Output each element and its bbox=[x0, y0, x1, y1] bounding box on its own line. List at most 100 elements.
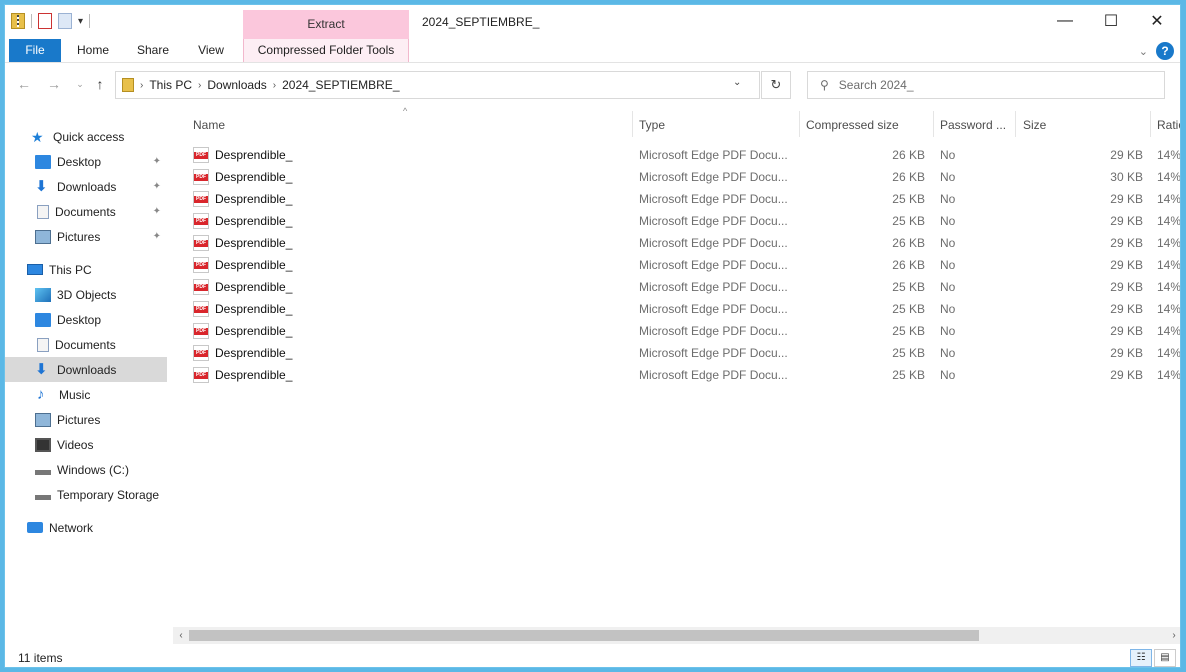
table-row[interactable]: Desprendible_ Microsoft Edge PDF Docu... 2… bbox=[173, 254, 1180, 276]
scroll-right-button[interactable]: › bbox=[1166, 627, 1180, 644]
file-name-cell[interactable]: Desprendible_ bbox=[193, 144, 613, 166]
compressed-size: 26 KB bbox=[892, 170, 925, 184]
pin-icon[interactable]: ✦ bbox=[153, 156, 161, 167]
column-header-size[interactable]: Size bbox=[1023, 110, 1143, 140]
minimize-button[interactable]: — bbox=[1042, 5, 1088, 37]
pdf-file-icon bbox=[193, 147, 209, 163]
address-history-dropdown[interactable]: ⌄ bbox=[733, 77, 741, 88]
sidebar-item-videos[interactable]: Videos bbox=[5, 432, 167, 457]
address-bar[interactable]: › This PC › Downloads › 2024_SEPTIEMBRE_ bbox=[115, 71, 760, 99]
compressed-size: 25 KB bbox=[892, 302, 925, 316]
breadcrumb-this-pc[interactable]: This PC bbox=[149, 78, 192, 92]
help-icon[interactable]: ? bbox=[1156, 42, 1174, 60]
sidebar-item-music[interactable]: ♪ Music bbox=[5, 382, 167, 407]
table-row[interactable]: Desprendible_ Microsoft Edge PDF Docu... 2… bbox=[173, 342, 1180, 364]
customize-toolbar-dropdown[interactable]: ▾ bbox=[78, 16, 83, 27]
column-header-type[interactable]: Type bbox=[639, 110, 799, 140]
file-name-cell[interactable]: Desprendible_ bbox=[193, 166, 613, 188]
column-header-password[interactable]: Password ... bbox=[940, 110, 1015, 140]
sidebar-item-this-pc[interactable]: This PC bbox=[5, 257, 167, 282]
pin-icon[interactable]: ✦ bbox=[153, 231, 161, 242]
breadcrumb-current-folder[interactable]: 2024_SEPTIEMBRE_ bbox=[282, 78, 399, 92]
column-divider[interactable] bbox=[799, 111, 800, 137]
file-name-cell[interactable]: Desprendible_ bbox=[193, 232, 613, 254]
file-name-cell[interactable]: Desprendible_ bbox=[193, 298, 613, 320]
file-name-cell[interactable]: Desprendible_ bbox=[193, 276, 613, 298]
sidebar-item-documents-pc[interactable]: Documents bbox=[5, 332, 167, 357]
column-divider[interactable] bbox=[632, 111, 633, 137]
column-divider[interactable] bbox=[1015, 111, 1016, 137]
horizontal-scrollbar[interactable]: ‹ › bbox=[173, 627, 1180, 644]
refresh-button[interactable]: ↻ bbox=[761, 71, 791, 99]
pin-icon[interactable]: ✦ bbox=[153, 181, 161, 192]
tab-file[interactable]: File bbox=[9, 39, 61, 62]
forward-button[interactable]: → bbox=[45, 75, 63, 93]
sidebar-item-pictures[interactable]: Pictures ✦ bbox=[5, 224, 167, 249]
file-name-cell[interactable]: Desprendible_ bbox=[193, 364, 613, 386]
sidebar-item-desktop-pc[interactable]: Desktop bbox=[5, 307, 167, 332]
sidebar-item-quick-access[interactable]: ★ Quick access bbox=[5, 124, 167, 149]
tab-compressed-folder-tools[interactable]: Compressed Folder Tools bbox=[243, 39, 409, 62]
file-name-cell[interactable]: Desprendible_ bbox=[193, 254, 613, 276]
properties-icon[interactable] bbox=[38, 13, 52, 29]
expand-ribbon-icon[interactable]: ⌄ bbox=[1139, 45, 1148, 58]
column-header-name[interactable]: Name bbox=[193, 110, 623, 140]
table-row[interactable]: Desprendible_ Microsoft Edge PDF Docu... 2… bbox=[173, 320, 1180, 342]
sidebar-item-downloads[interactable]: ⬇ Downloads ✦ bbox=[5, 174, 167, 199]
breadcrumb-downloads[interactable]: Downloads bbox=[207, 78, 266, 92]
file-type: Microsoft Edge PDF Docu... bbox=[639, 192, 788, 206]
file-name-cell[interactable]: Desprendible_ bbox=[193, 320, 613, 342]
scroll-left-button[interactable]: ‹ bbox=[173, 627, 189, 644]
sidebar-item-documents[interactable]: Documents ✦ bbox=[5, 199, 167, 224]
table-row[interactable]: Desprendible_ Microsoft Edge PDF Docu... 2… bbox=[173, 210, 1180, 232]
table-row[interactable]: Desprendible_ Microsoft Edge PDF Docu... 2… bbox=[173, 298, 1181, 320]
compression-ratio: 14% bbox=[1157, 302, 1181, 316]
sidebar-item-downloads-pc[interactable]: ⬇ Downloads bbox=[5, 357, 167, 382]
sidebar-item-label: Downloads bbox=[57, 179, 117, 194]
toolbar-divider bbox=[31, 14, 32, 28]
sidebar-item-temporary-storage[interactable]: Temporary Storage bbox=[5, 482, 167, 507]
file-size: 29 KB bbox=[1110, 280, 1143, 294]
tab-view[interactable]: View bbox=[191, 39, 231, 62]
sidebar-item-windows-c[interactable]: Windows (C:) bbox=[5, 457, 167, 482]
details-view-button[interactable]: ☷ bbox=[1130, 649, 1152, 667]
pin-icon[interactable]: ✦ bbox=[153, 206, 161, 217]
password-protected: No bbox=[940, 324, 956, 338]
file-name-cell[interactable]: Desprendible_ bbox=[193, 210, 613, 232]
sidebar-item-pictures-pc[interactable]: Pictures bbox=[5, 407, 167, 432]
column-divider[interactable] bbox=[933, 111, 934, 137]
table-row[interactable]: Desprendible_ Microsoft Edge PDF Docu... 2… bbox=[173, 166, 1180, 188]
close-button[interactable]: ✕ bbox=[1134, 5, 1180, 37]
file-name-cell[interactable]: Desprendible_ bbox=[193, 188, 613, 210]
table-row[interactable]: Desprendible_ Microsoft Edge PDF Docu... 2… bbox=[173, 144, 1180, 166]
file-size: 29 KB bbox=[1110, 192, 1143, 206]
sidebar-item-network[interactable]: Network bbox=[5, 515, 167, 540]
search-box[interactable]: ⚲ Search 2024_ bbox=[807, 71, 1165, 99]
table-row[interactable]: Desprendible_ Microsoft Edge PDF Docu... 2… bbox=[173, 188, 1180, 210]
compressed-size: 25 KB bbox=[892, 368, 925, 382]
large-icons-view-button[interactable]: ▤ bbox=[1154, 649, 1176, 667]
column-header-ratio[interactable]: Ratio bbox=[1157, 110, 1180, 140]
tab-share[interactable]: Share bbox=[131, 39, 175, 62]
table-row[interactable]: Desprendible_ Microsoft Edge PDF Docu... 2… bbox=[173, 364, 1180, 386]
column-header-compressed-size[interactable]: Compressed size bbox=[806, 110, 932, 140]
toolbar-divider bbox=[89, 14, 91, 28]
table-row[interactable]: Desprendible_ Microsoft Edge PDF Docu... 2… bbox=[173, 232, 1180, 254]
file-name-cell[interactable]: Desprendible_ bbox=[193, 342, 613, 364]
table-row[interactable]: Desprendible_ Microsoft Edge PDF Docu... 2… bbox=[173, 276, 1180, 298]
sidebar-item-3d-objects[interactable]: 3D Objects bbox=[5, 282, 167, 307]
maximize-button[interactable]: ☐ bbox=[1088, 5, 1134, 37]
file-size: 29 KB bbox=[1110, 148, 1143, 162]
sidebar-item-desktop[interactable]: Desktop ✦ bbox=[5, 149, 167, 174]
password-protected: No bbox=[940, 170, 956, 184]
search-input[interactable]: Search 2024_ bbox=[839, 78, 914, 92]
back-button[interactable]: ← bbox=[15, 75, 33, 93]
new-folder-icon[interactable] bbox=[58, 13, 72, 29]
scrollbar-thumb[interactable] bbox=[189, 630, 979, 641]
recent-locations-dropdown[interactable]: ⌄ bbox=[71, 75, 89, 93]
column-divider[interactable] bbox=[1150, 111, 1151, 137]
compressed-size: 25 KB bbox=[892, 214, 925, 228]
file-type: Microsoft Edge PDF Docu... bbox=[639, 170, 788, 184]
up-button[interactable]: ↑ bbox=[91, 75, 109, 93]
tab-home[interactable]: Home bbox=[71, 39, 115, 62]
